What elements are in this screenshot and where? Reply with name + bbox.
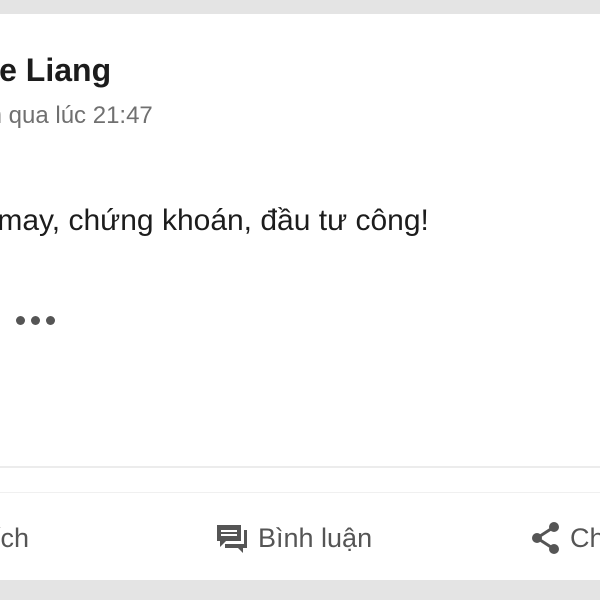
screen: uge Liang m qua lúc 21:47 ệt may, chứng … [0,0,600,600]
more-options-button[interactable] [16,310,62,330]
post-card: uge Liang m qua lúc 21:47 ệt may, chứng … [0,14,600,580]
post-timestamp[interactable]: m qua lúc 21:47 [0,102,153,130]
post-text: ệt may, chứng khoán, đầu tư công! [0,204,429,237]
comment-icon [214,522,250,554]
ellipsis-icon [16,315,25,325]
share-icon [530,521,562,555]
share-button[interactable]: Ch [530,520,600,556]
divider [0,492,600,493]
share-button-label: Ch [570,522,600,553]
divider [0,466,600,468]
comment-button[interactable]: Bình luận [214,520,372,556]
ellipsis-icon [46,315,55,325]
like-button[interactable]: hích [0,520,29,556]
post-author-name[interactable]: uge Liang [0,52,111,89]
comment-button-label: Bình luận [258,522,373,553]
like-button-label: hích [0,522,30,553]
ellipsis-icon [31,315,40,325]
